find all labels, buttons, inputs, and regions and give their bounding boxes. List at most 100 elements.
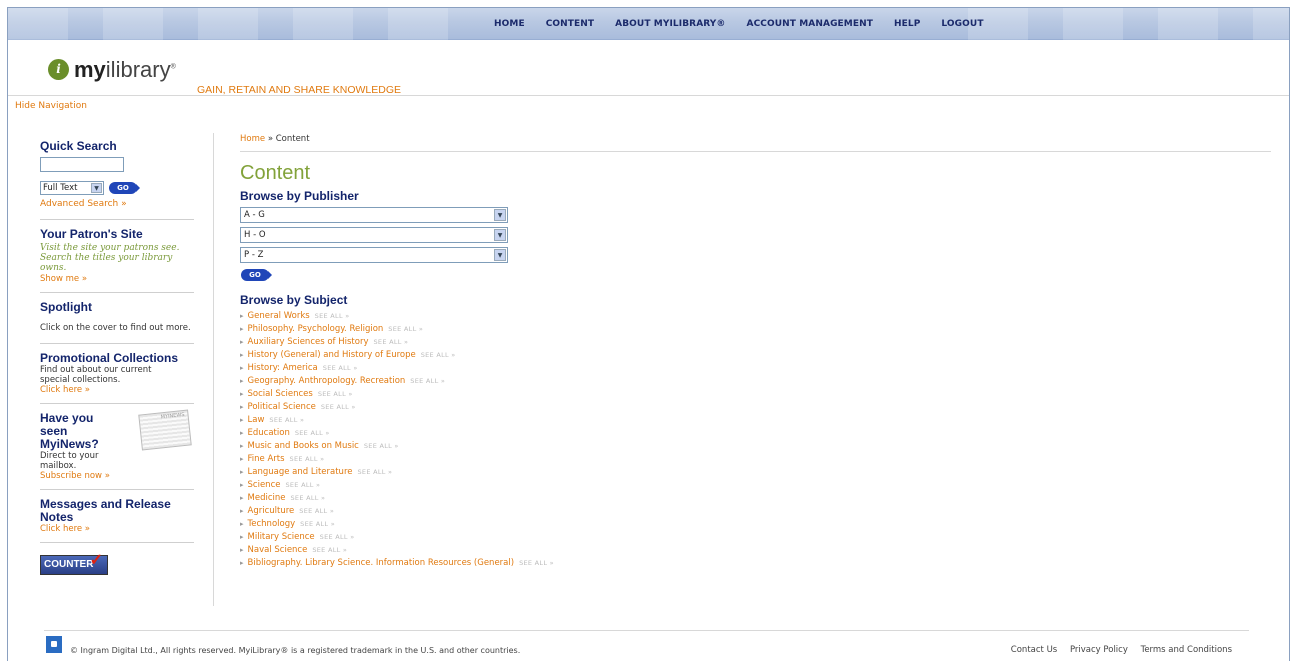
nav-account-management[interactable]: ACCOUNT MANAGEMENT xyxy=(747,19,873,29)
footer-divider xyxy=(44,630,1249,631)
see-all-link[interactable]: SEE ALL » xyxy=(285,481,320,489)
breadcrumb-home[interactable]: Home xyxy=(240,134,265,144)
subject-item[interactable]: ▸ Technology SEE ALL » xyxy=(240,518,1270,531)
terms-link[interactable]: Terms and Conditions xyxy=(1141,645,1232,655)
see-all-link[interactable]: SEE ALL » xyxy=(364,442,399,450)
sidebar-divider xyxy=(213,133,214,606)
subject-item[interactable]: ▸ Political Science SEE ALL » xyxy=(240,401,1270,414)
publisher-select-h-o[interactable]: H - O ▼ xyxy=(240,227,508,243)
subject-label[interactable]: Military Science xyxy=(248,532,315,542)
messages-link[interactable]: Click here » xyxy=(40,524,194,534)
subject-label[interactable]: History: America xyxy=(248,363,318,373)
see-all-link[interactable]: SEE ALL » xyxy=(421,351,456,359)
subject-label[interactable]: Music and Books on Music xyxy=(248,441,359,451)
see-all-link[interactable]: SEE ALL » xyxy=(410,377,445,385)
logo[interactable]: myilibrary® xyxy=(74,57,176,83)
subject-label[interactable]: Education xyxy=(248,428,290,438)
subject-item[interactable]: ▸ Music and Books on Music SEE ALL » xyxy=(240,440,1270,453)
see-all-link[interactable]: SEE ALL » xyxy=(269,416,304,424)
privacy-policy-link[interactable]: Privacy Policy xyxy=(1070,645,1128,655)
subject-label[interactable]: History (General) and History of Europe xyxy=(248,350,416,360)
nav-help[interactable]: HELP xyxy=(894,19,920,29)
subject-item[interactable]: ▸ Bibliography. Library Science. Informat… xyxy=(240,557,1270,570)
subject-item[interactable]: ▸ General Works SEE ALL » xyxy=(240,310,1270,323)
see-all-link[interactable]: SEE ALL » xyxy=(519,559,554,567)
see-all-link[interactable]: SEE ALL » xyxy=(321,403,356,411)
bullet-icon: ▸ xyxy=(240,559,244,567)
see-all-link[interactable]: SEE ALL » xyxy=(290,455,325,463)
contact-us-link[interactable]: Contact Us xyxy=(1011,645,1057,655)
subject-label[interactable]: Fine Arts xyxy=(248,454,285,464)
subject-item[interactable]: ▸ History: America SEE ALL » xyxy=(240,362,1270,375)
newsletter-image[interactable]: MYINEWS xyxy=(138,409,192,451)
see-all-link[interactable]: SEE ALL » xyxy=(291,494,326,502)
see-all-link[interactable]: SEE ALL » xyxy=(388,325,423,333)
bullet-icon: ▸ xyxy=(240,351,244,359)
spotlight-section: Spotlight Click on the cover to find out… xyxy=(40,301,194,344)
subject-item[interactable]: ▸ Philosophy. Psychology. Religion SEE ALL… xyxy=(240,323,1270,336)
hide-navigation-link[interactable]: Hide Navigation xyxy=(15,101,87,111)
promotional-link[interactable]: Click here » xyxy=(40,385,194,395)
see-all-link[interactable]: SEE ALL » xyxy=(373,338,408,346)
subject-label[interactable]: Philosophy. Psychology. Religion xyxy=(248,324,384,334)
see-all-link[interactable]: SEE ALL » xyxy=(295,429,330,437)
header-divider xyxy=(8,95,1289,96)
nav-home[interactable]: HOME xyxy=(494,19,525,29)
see-all-link[interactable]: SEE ALL » xyxy=(318,390,353,398)
subject-item[interactable]: ▸ Medicine SEE ALL » xyxy=(240,492,1270,505)
publisher-select-p-z[interactable]: P - Z ▼ xyxy=(240,247,508,263)
footer-links: Contact Us Privacy Policy Terms and Cond… xyxy=(1001,645,1232,655)
see-all-link[interactable]: SEE ALL » xyxy=(320,533,355,541)
subject-label[interactable]: Language and Literature xyxy=(248,467,353,477)
nav-logout[interactable]: LOGOUT xyxy=(941,19,983,29)
subject-label[interactable]: Law xyxy=(248,415,265,425)
publisher-select-a-g[interactable]: A - G ▼ xyxy=(240,207,508,223)
subject-item[interactable]: ▸ History (General) and History of Europe… xyxy=(240,349,1270,362)
browse-publisher-heading: Browse by Publisher xyxy=(240,189,359,203)
advanced-search-link[interactable]: Advanced Search » xyxy=(40,199,194,209)
subject-label[interactable]: Auxiliary Sciences of History xyxy=(248,337,369,347)
page-frame: HOME CONTENT ABOUT MYILIBRARY® ACCOUNT M… xyxy=(7,7,1290,661)
breadcrumb: Home » Content xyxy=(240,134,1270,144)
quick-search-go-button[interactable]: GO xyxy=(109,182,140,194)
see-all-link[interactable]: SEE ALL » xyxy=(323,364,358,372)
subject-label[interactable]: Science xyxy=(248,480,281,490)
top-navigation: HOME CONTENT ABOUT MYILIBRARY® ACCOUNT M… xyxy=(8,8,1289,40)
subject-item[interactable]: ▸ Education SEE ALL » xyxy=(240,427,1270,440)
bullet-icon: ▸ xyxy=(240,403,244,411)
subject-label[interactable]: Agriculture xyxy=(248,506,295,516)
search-type-select[interactable]: Full Text ▼ xyxy=(40,181,104,195)
chevron-down-icon: ▼ xyxy=(494,249,506,261)
subject-item[interactable]: ▸ Naval Science SEE ALL » xyxy=(240,544,1270,557)
subject-label[interactable]: Naval Science xyxy=(248,545,308,555)
subject-item[interactable]: ▸ Geography. Anthropology. Recreation SEE … xyxy=(240,375,1270,388)
subject-item[interactable]: ▸ Military Science SEE ALL » xyxy=(240,531,1270,544)
show-me-link[interactable]: Show me » xyxy=(40,274,194,284)
chevron-down-icon: ▼ xyxy=(494,209,506,221)
see-all-link[interactable]: SEE ALL » xyxy=(312,546,347,554)
counter-logo[interactable]: COUNTER ✓ xyxy=(40,552,108,575)
see-all-link[interactable]: SEE ALL » xyxy=(300,520,335,528)
subject-label[interactable]: Social Sciences xyxy=(248,389,313,399)
subject-label[interactable]: Technology xyxy=(248,519,296,529)
subscribe-link[interactable]: Subscribe now » xyxy=(40,471,194,481)
subject-label[interactable]: Bibliography. Library Science. Informati… xyxy=(248,558,515,568)
subject-item[interactable]: ▸ Social Sciences SEE ALL » xyxy=(240,388,1270,401)
publisher-go-button[interactable]: GO xyxy=(241,269,272,281)
subject-item[interactable]: ▸ Auxiliary Sciences of History SEE ALL » xyxy=(240,336,1270,349)
subject-label[interactable]: Geography. Anthropology. Recreation xyxy=(248,376,406,386)
nav-content[interactable]: CONTENT xyxy=(546,19,594,29)
subject-item[interactable]: ▸ Fine Arts SEE ALL » xyxy=(240,453,1270,466)
quick-search-input[interactable] xyxy=(40,157,124,172)
subject-label[interactable]: General Works xyxy=(248,311,310,321)
subject-item[interactable]: ▸ Agriculture SEE ALL » xyxy=(240,505,1270,518)
subject-item[interactable]: ▸ Language and Literature SEE ALL » xyxy=(240,466,1270,479)
see-all-link[interactable]: SEE ALL » xyxy=(315,312,350,320)
see-all-link[interactable]: SEE ALL » xyxy=(299,507,334,515)
nav-about[interactable]: ABOUT MYILIBRARY® xyxy=(615,19,725,29)
subject-item[interactable]: ▸ Law SEE ALL » xyxy=(240,414,1270,427)
subject-label[interactable]: Political Science xyxy=(248,402,316,412)
subject-item[interactable]: ▸ Science SEE ALL » xyxy=(240,479,1270,492)
subject-label[interactable]: Medicine xyxy=(248,493,286,503)
see-all-link[interactable]: SEE ALL » xyxy=(357,468,392,476)
